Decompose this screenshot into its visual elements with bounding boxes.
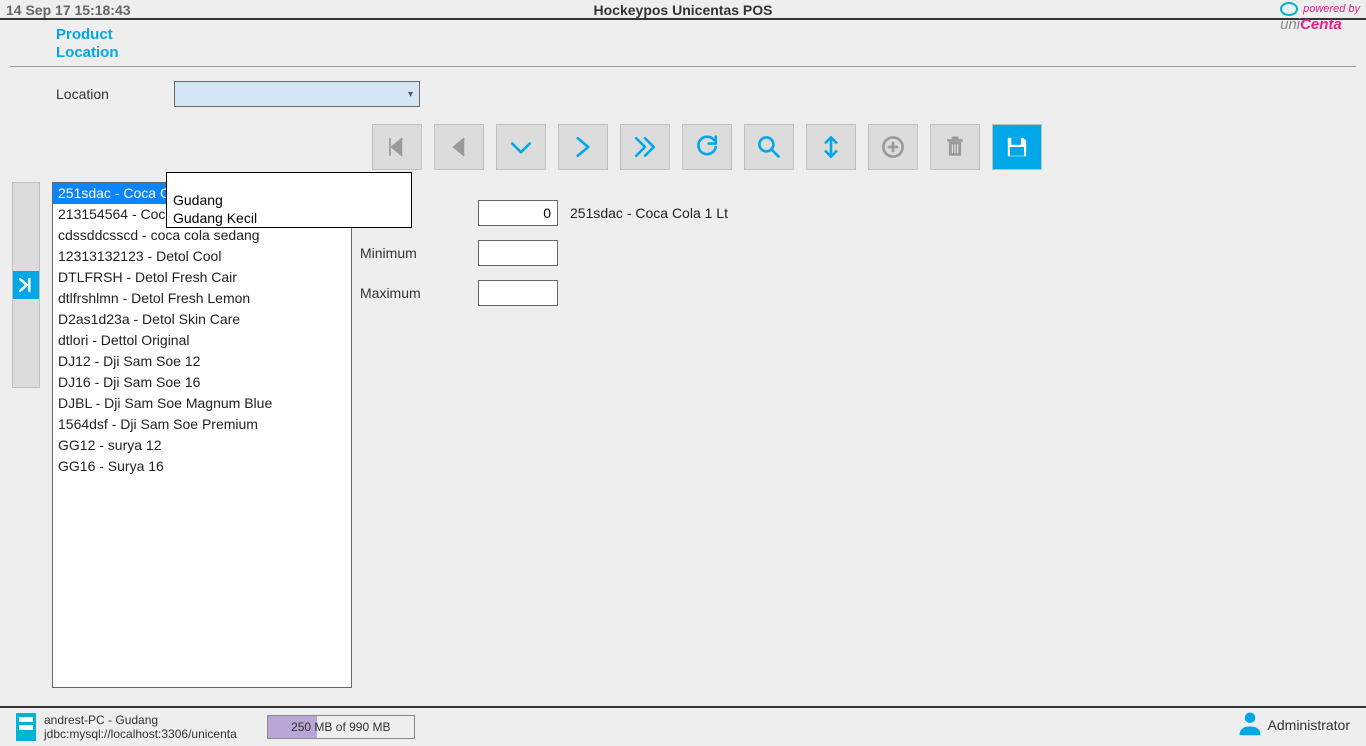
database-icon	[16, 713, 36, 741]
sidebar-collapse-bar[interactable]	[12, 182, 40, 388]
user-block[interactable]: Administrator	[1236, 709, 1350, 740]
location-dropdown[interactable]: Gudang Gudang Kecil	[166, 172, 412, 228]
minimum-input[interactable]	[478, 240, 558, 266]
prev-button[interactable]	[434, 124, 484, 170]
memory-bar[interactable]: 250 MB of 990 MB	[267, 715, 415, 739]
add-button[interactable]	[868, 124, 918, 170]
link-product[interactable]: Product	[56, 26, 1366, 44]
top-links: Product Location	[0, 20, 1366, 62]
location-option-blank[interactable]	[167, 173, 411, 191]
user-icon	[1236, 709, 1264, 740]
minimum-label: Minimum	[360, 245, 478, 261]
product-list[interactable]: 251sdac - Coca Cola 1 Lt213154564 - Coca…	[52, 182, 352, 688]
list-item[interactable]: GG16 - Surya 16	[53, 456, 351, 477]
toolbar	[372, 124, 1042, 170]
list-item[interactable]: D2as1d23a - Detol Skin Care	[53, 309, 351, 330]
jdbc-label: jdbc:mysql://localhost:3306/unicenta	[44, 727, 237, 741]
status-bar: andrest-PC - Gudang jdbc:mysql://localho…	[0, 706, 1366, 746]
next-button[interactable]	[558, 124, 608, 170]
form-area: Units 251sdac - Coca Cola 1 Lt Minimum M…	[360, 200, 728, 320]
location-row: Location ▾	[0, 67, 1366, 107]
list-item[interactable]: 12313132123 - Detol Cool	[53, 246, 351, 267]
location-option-gudang-kecil[interactable]: Gudang Kecil	[167, 209, 411, 227]
app-title: Hockeypos Unicentas POS	[0, 2, 1366, 18]
maximum-input[interactable]	[478, 280, 558, 306]
list-item[interactable]: dtlori - Dettol Original	[53, 330, 351, 351]
user-name: Administrator	[1268, 717, 1350, 733]
collapse-icon	[13, 271, 39, 299]
refresh-button[interactable]	[682, 124, 732, 170]
list-item[interactable]: DJBL - Dji Sam Soe Magnum Blue	[53, 393, 351, 414]
powered-by-label: powered by	[1303, 3, 1360, 15]
host-label: andrest-PC - Gudang	[44, 713, 237, 727]
location-combo[interactable]: ▾	[174, 81, 420, 107]
chevron-down-icon: ▾	[408, 89, 413, 100]
units-input[interactable]	[478, 200, 558, 226]
status-text: andrest-PC - Gudang jdbc:mysql://localho…	[44, 713, 237, 741]
list-item[interactable]: cdssddcsscd - coca cola sedang	[53, 225, 351, 246]
list-item[interactable]: DJ16 - Dji Sam Soe 16	[53, 372, 351, 393]
header-bar: 14 Sep 17 15:18:43 Hockeypos Unicentas P…	[0, 0, 1366, 20]
list-item[interactable]: DTLFRSH - Detol Fresh Cair	[53, 267, 351, 288]
first-button[interactable]	[372, 124, 422, 170]
list-item[interactable]: DJ12 - Dji Sam Soe 12	[53, 351, 351, 372]
down-button[interactable]	[496, 124, 546, 170]
maximum-label: Maximum	[360, 285, 478, 301]
location-label: Location	[56, 86, 174, 102]
logo-oval-icon	[1280, 2, 1298, 16]
brand-name: uniCenta	[1280, 16, 1342, 33]
sort-button[interactable]	[806, 124, 856, 170]
powered-by-logo: powered by uniCenta	[1280, 2, 1360, 33]
save-button[interactable]	[992, 124, 1042, 170]
location-option-gudang[interactable]: Gudang	[167, 191, 411, 209]
selected-product-name: 251sdac - Coca Cola 1 Lt	[570, 205, 728, 221]
list-item[interactable]: 1564dsf - Dji Sam Soe Premium	[53, 414, 351, 435]
delete-button[interactable]	[930, 124, 980, 170]
last-button[interactable]	[620, 124, 670, 170]
link-location[interactable]: Location	[56, 44, 1366, 62]
list-item[interactable]: dtlfrshlmn - Detol Fresh Lemon	[53, 288, 351, 309]
list-item[interactable]: GG12 - surya 12	[53, 435, 351, 456]
search-button[interactable]	[744, 124, 794, 170]
memory-text: 250 MB of 990 MB	[291, 720, 390, 734]
